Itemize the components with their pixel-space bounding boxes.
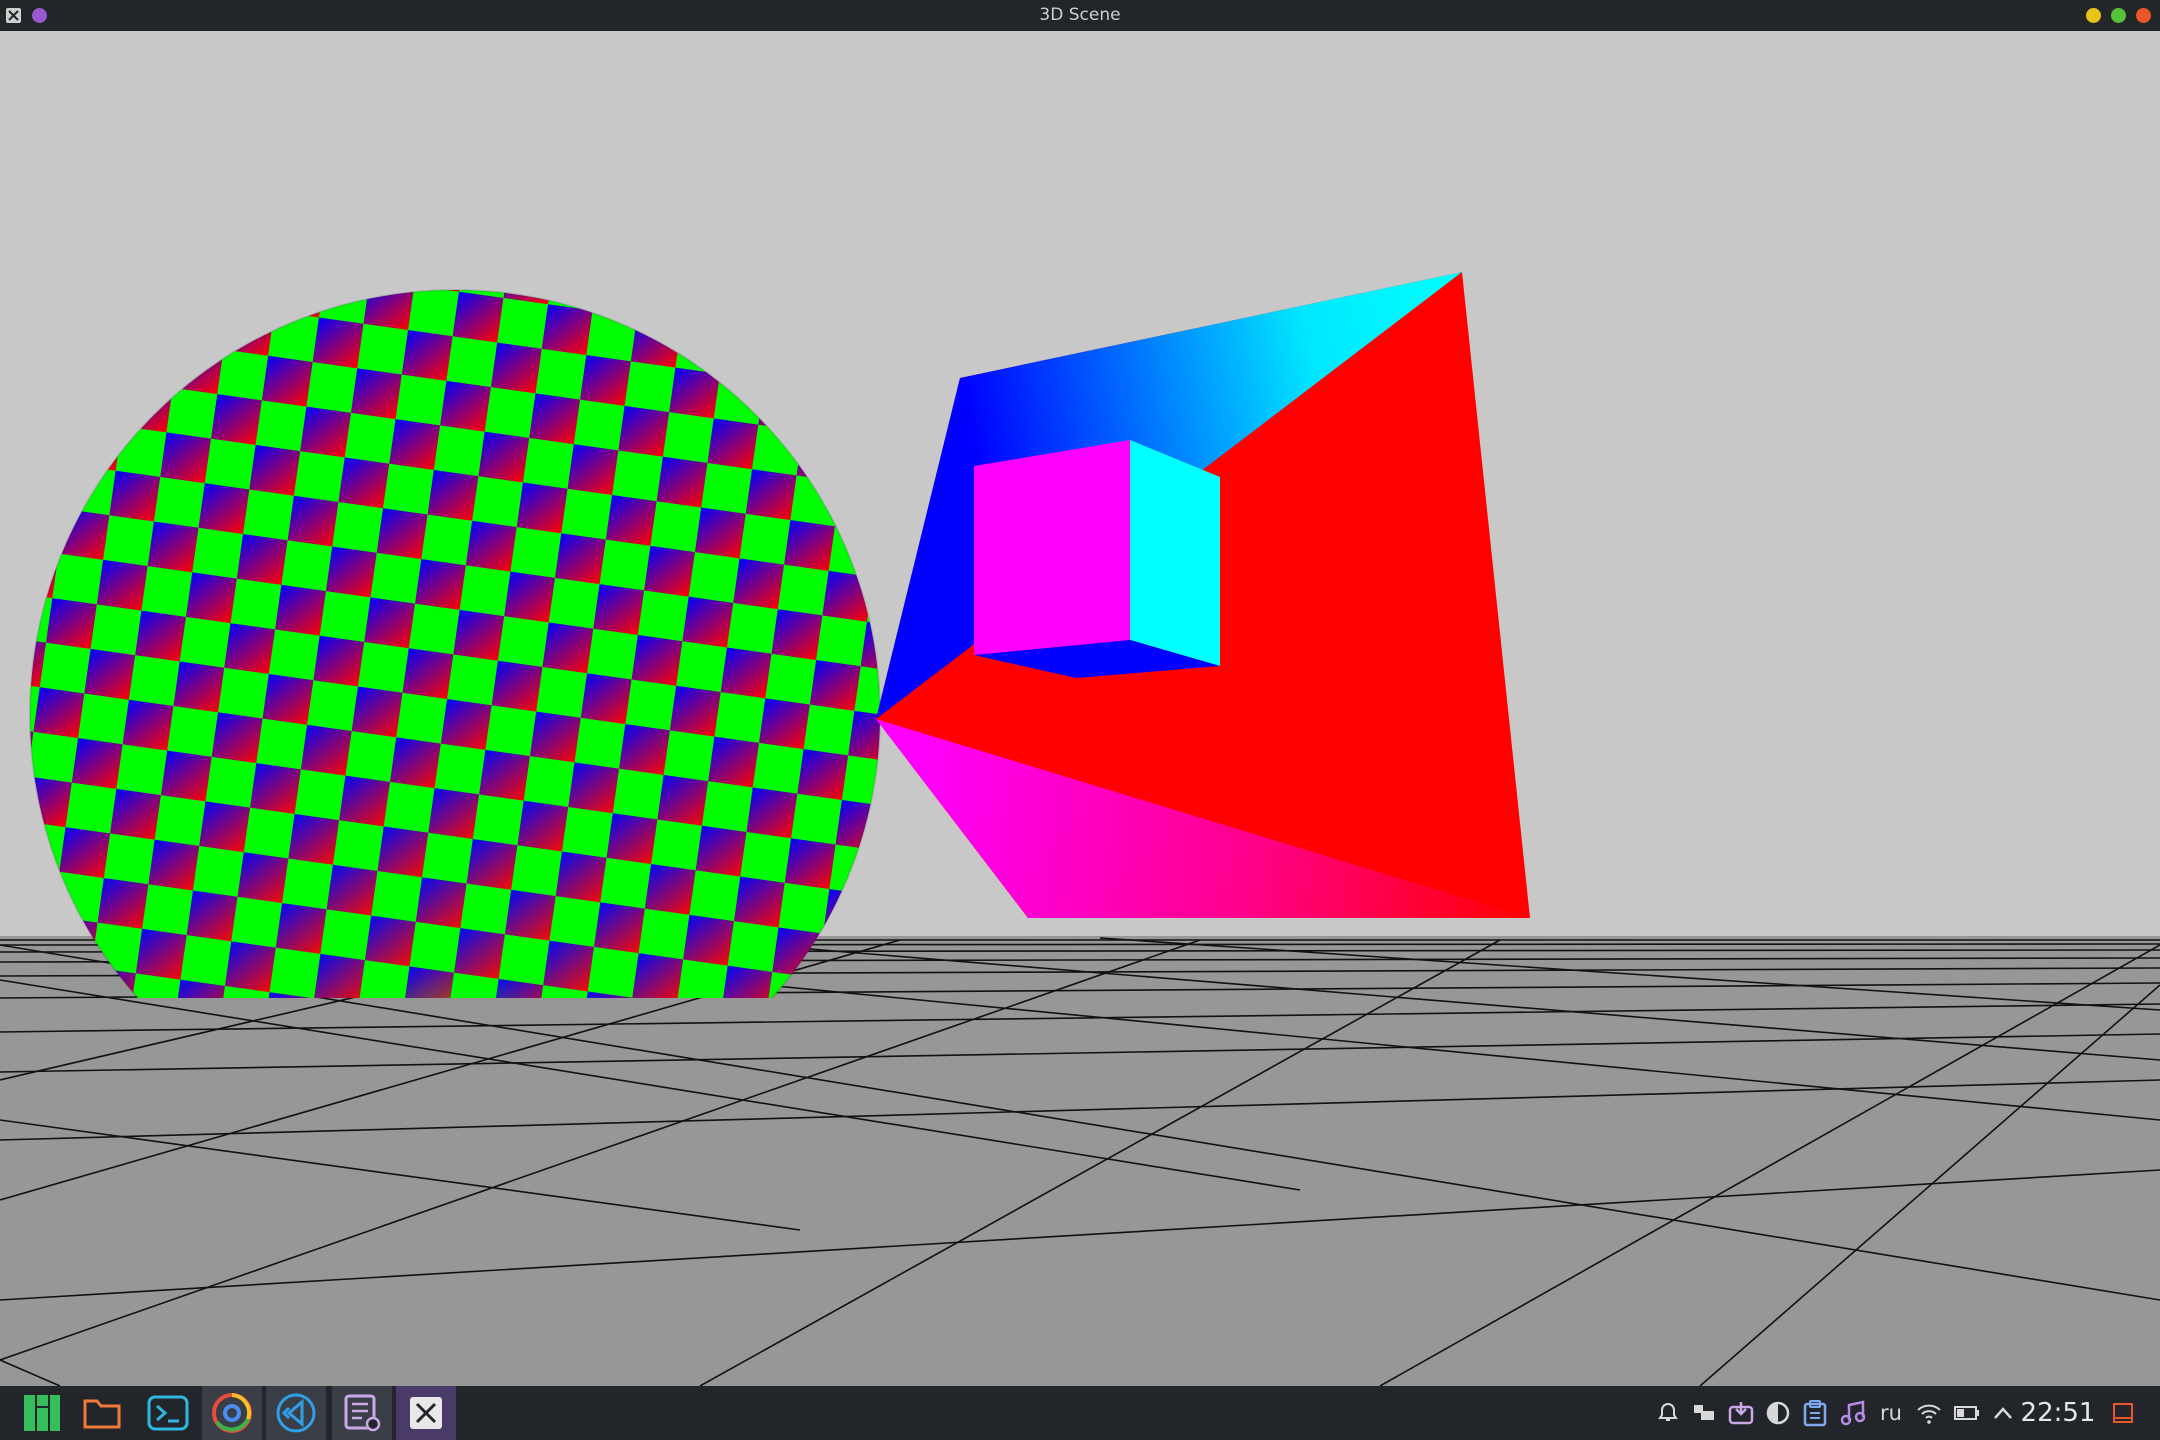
wifi-icon [1917,1404,1941,1424]
taskbar-app-menu[interactable] [12,1386,72,1440]
tray-displays[interactable] [1688,1386,1720,1440]
show-desktop-button[interactable] [2106,1386,2140,1440]
chrome-icon [212,1393,252,1433]
chevron-up-icon [1994,1407,2012,1419]
manjaro-menu-icon [24,1395,60,1431]
taskbar-app-terminal[interactable] [138,1386,198,1440]
taskbar-app-3d-scene[interactable] [396,1386,456,1440]
ground-plane [0,936,2160,1386]
terminal-icon [147,1395,189,1431]
taskbar-app-chrome[interactable] [202,1386,262,1440]
vscode-icon [276,1393,316,1433]
window-title-bar[interactable]: 3D Scene [0,0,2160,31]
minimize-button[interactable] [2086,8,2101,23]
3d-viewport[interactable] [0,31,2160,1386]
taskbar: ru 22:51 [0,1386,2160,1440]
colored-cube [974,440,1220,678]
taskbar-app-files[interactable] [72,1386,132,1440]
window-title: 3D Scene [1039,5,1121,25]
music-icon [1840,1400,1866,1426]
taskbar-app-text-editor[interactable] [332,1386,392,1440]
taskbar-app-vscode[interactable] [266,1386,326,1440]
tray-expand[interactable] [1988,1386,2018,1440]
tray-night-color[interactable] [1762,1386,1794,1440]
tray-network[interactable] [1912,1386,1946,1440]
tray-clipboard[interactable] [1798,1386,1832,1440]
display-icon [1694,1405,1714,1420]
clipboard-icon [1803,1400,1827,1427]
update-icon [1728,1402,1754,1425]
tray-updates[interactable] [1724,1386,1758,1440]
show-desktop-icon [2113,1403,2133,1423]
tray-clock[interactable]: 22:51 [2020,1386,2096,1440]
folder-icon [83,1399,121,1429]
text-editor-icon [344,1394,381,1432]
close-button[interactable] [2136,8,2151,23]
battery-icon [1954,1406,1979,1420]
tray-keyboard-layout[interactable]: ru [1874,1386,1908,1440]
tray-notifications[interactable] [1652,1386,1684,1440]
maximize-button[interactable] [2111,8,2126,23]
contrast-icon [1766,1401,1790,1425]
tray-battery[interactable] [1950,1386,1984,1440]
x-window-icon [410,1397,442,1429]
bell-icon [1658,1402,1678,1421]
tray-media-player[interactable] [1836,1386,1870,1440]
